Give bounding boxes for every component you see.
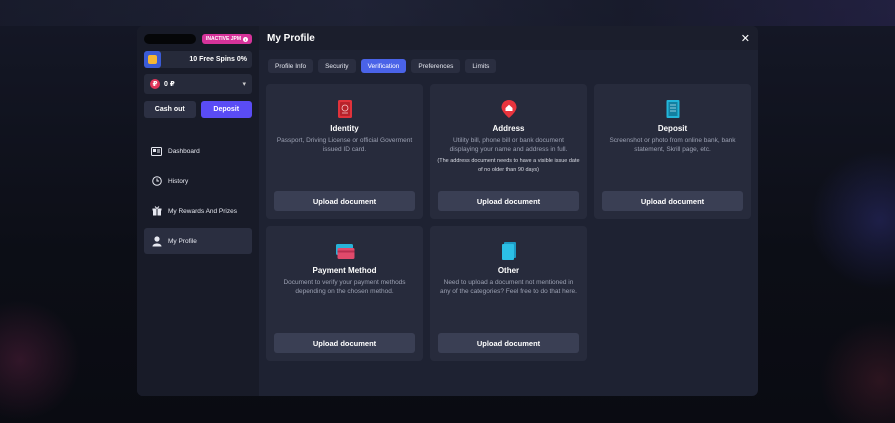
card-description: Document to verify your payment methods … xyxy=(283,279,406,295)
balance-dropdown[interactable]: ₽ 0 ₽ ▾ xyxy=(144,74,252,94)
chevron-down-icon: ▾ xyxy=(242,81,246,88)
sidebar-item-rewards[interactable]: My Rewards And Prizes xyxy=(144,198,252,224)
sidebar-item-label: History xyxy=(168,177,189,185)
ruble-icon: ₽ xyxy=(150,79,160,89)
main-panel: My Profile ✕ Profile Info Security Verif… xyxy=(259,26,758,396)
cash-out-button[interactable]: Cash out xyxy=(144,101,196,118)
upload-address-button[interactable]: Upload document xyxy=(438,191,579,211)
dashboard-icon xyxy=(151,146,162,156)
sidebar-item-label: My Profile xyxy=(168,237,197,245)
tab-preferences[interactable]: Preferences xyxy=(411,59,461,73)
tab-security[interactable]: Security xyxy=(318,59,356,73)
card-title: Identity xyxy=(330,124,359,133)
gift-icon xyxy=(151,206,162,216)
card-title: Other xyxy=(497,266,520,275)
card-description: Passport, Driving License or official Go… xyxy=(276,137,413,153)
card-description: Screenshot or photo from online bank, ba… xyxy=(609,137,736,153)
crown-icon xyxy=(144,51,161,68)
sidebar: INACTIVE JPM i 10 Free Spins 0% ₽ 0 ₽ ▾ … xyxy=(137,26,259,396)
verification-cards: Identity Passport, Driving License or of… xyxy=(266,84,752,361)
deposit-button[interactable]: Deposit xyxy=(200,101,252,118)
background-strip xyxy=(0,0,895,26)
tab-verification[interactable]: Verification xyxy=(360,59,407,73)
card-description: Utility bill, phone bill or bank documen… xyxy=(449,137,568,153)
card-address: Address Utility bill, phone bill or bank… xyxy=(430,84,587,219)
passport-icon xyxy=(335,99,355,119)
status-badge-label: INACTIVE JPM xyxy=(205,36,241,42)
card-title: Payment Method xyxy=(312,266,377,275)
close-icon[interactable]: ✕ xyxy=(741,32,750,45)
tab-profile-info[interactable]: Profile Info xyxy=(268,59,314,73)
tab-limits[interactable]: Limits xyxy=(465,59,497,73)
sidebar-item-history[interactable]: History xyxy=(144,168,252,194)
free-spins-row[interactable]: 10 Free Spins 0% xyxy=(144,51,252,68)
user-row: INACTIVE JPM i xyxy=(144,32,252,46)
card-note: (The address document needs to have a vi… xyxy=(437,158,580,173)
username-redacted xyxy=(144,34,196,44)
profile-tabs: Profile Info Security Verification Prefe… xyxy=(259,50,758,73)
free-spins-text: 10 Free Spins 0% xyxy=(189,56,247,63)
profile-modal: INACTIVE JPM i 10 Free Spins 0% ₽ 0 ₽ ▾ … xyxy=(137,26,758,396)
balance-value: 0 ₽ xyxy=(164,81,175,88)
upload-deposit-button[interactable]: Upload document xyxy=(602,191,743,211)
card-title: Deposit xyxy=(657,124,688,133)
clock-icon xyxy=(151,176,162,186)
modal-header: My Profile ✕ xyxy=(259,26,758,50)
status-badge[interactable]: INACTIVE JPM i xyxy=(201,34,252,44)
upload-other-button[interactable]: Upload document xyxy=(438,333,579,353)
user-icon xyxy=(151,235,162,246)
document-icon xyxy=(499,241,519,261)
info-icon: i xyxy=(243,36,248,42)
card-deposit: Deposit Screenshot or photo from online … xyxy=(594,84,751,219)
receipt-icon xyxy=(663,99,683,119)
card-description: Need to upload a document not mentioned … xyxy=(440,279,577,295)
card-title: Address xyxy=(492,124,525,133)
card-payment-method: Payment Method Document to verify your p… xyxy=(266,226,423,361)
credit-card-icon xyxy=(335,241,355,261)
location-pin-icon xyxy=(499,99,519,119)
sidebar-item-my-profile[interactable]: My Profile xyxy=(144,228,252,254)
wallet-actions: Cash out Deposit xyxy=(144,101,252,118)
upload-identity-button[interactable]: Upload document xyxy=(274,191,415,211)
sidebar-item-dashboard[interactable]: Dashboard xyxy=(144,138,252,164)
upload-payment-method-button[interactable]: Upload document xyxy=(274,333,415,353)
card-other: Other Need to upload a document not ment… xyxy=(430,226,587,361)
page-title: My Profile xyxy=(267,32,315,44)
sidebar-item-label: My Rewards And Prizes xyxy=(168,207,237,215)
sidebar-item-label: Dashboard xyxy=(168,147,200,155)
card-identity: Identity Passport, Driving License or of… xyxy=(266,84,423,219)
